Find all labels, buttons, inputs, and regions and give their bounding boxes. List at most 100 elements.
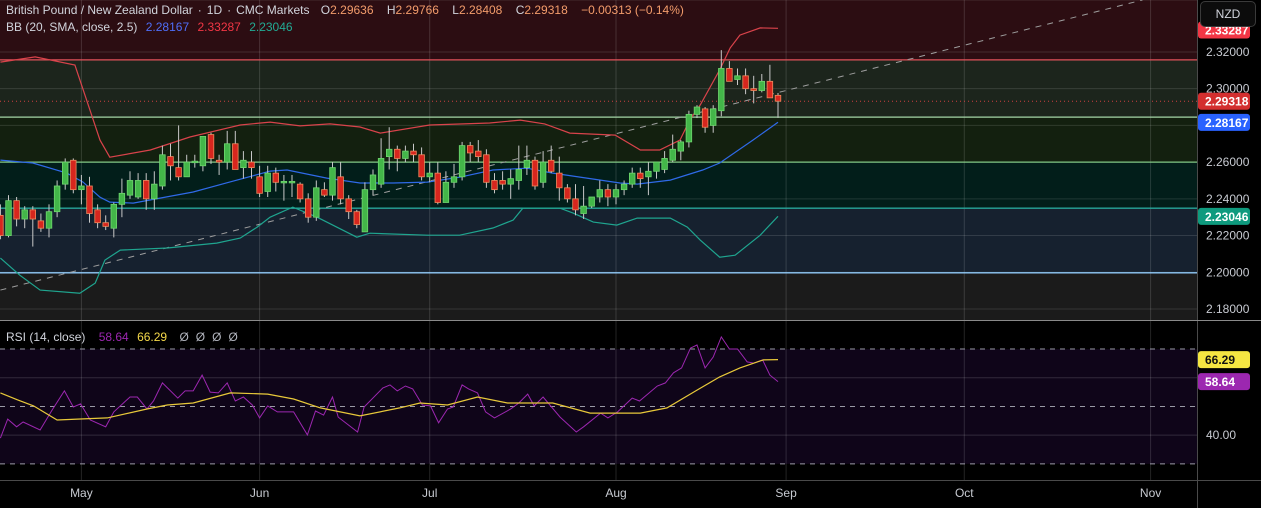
candle-body-up <box>653 161 660 172</box>
candle-body-down <box>248 161 255 169</box>
bb-basis-value: 2.28167 <box>145 20 190 34</box>
symbol-legend[interactable]: British Pound / New Zealand Dollar · 1D · CM… <box>6 3 689 17</box>
candle-body-up <box>151 183 158 200</box>
bb-lower-value: 2.23046 <box>249 20 293 34</box>
price-change: −0.00313 (−0.14%) <box>581 3 684 17</box>
candle <box>53 180 61 218</box>
candle-body-up <box>669 148 676 161</box>
candle-body-up <box>62 161 69 185</box>
candle-body-up <box>21 209 28 220</box>
candle-body-up <box>288 180 296 184</box>
ohlc-value: 2.29636 <box>330 3 374 17</box>
candle-body-up <box>507 178 514 185</box>
candle-body-up <box>313 187 320 218</box>
time-axis-label: Nov <box>1140 486 1161 500</box>
candle <box>531 156 539 190</box>
candle-body-up <box>539 161 547 183</box>
candle <box>70 158 77 194</box>
time-axis-label: Aug <box>605 486 626 500</box>
interval: 1D <box>206 3 223 17</box>
candle-body-up <box>110 203 118 229</box>
badge-text: 2.23046 <box>1205 210 1249 224</box>
bb-label: BB (20, SMA, close, 2.5) <box>6 20 138 34</box>
bb-upper-value: 2.33287 <box>197 20 241 34</box>
badge-text: 2.29318 <box>1205 95 1249 109</box>
candle-body-down <box>232 143 239 170</box>
price-tick-label: 2.26000 <box>1206 155 1250 169</box>
rsi-legend[interactable]: RSI (14, close) 58.64 66.29 ØØØØ <box>6 330 245 344</box>
candle-body-down <box>466 145 474 154</box>
candle-body-up <box>280 180 288 184</box>
bb-legend[interactable]: BB (20, SMA, close, 2.5) 2.28167 2.33287… <box>6 20 298 34</box>
candle-body-down <box>345 198 352 213</box>
candle-body-down <box>37 220 45 229</box>
candle-body-down <box>296 183 304 200</box>
candle-body-down <box>774 94 782 102</box>
candle <box>5 195 12 238</box>
candle-body-down <box>353 211 360 225</box>
candle-body-up <box>515 169 522 181</box>
candle-body-down <box>531 159 539 187</box>
candle <box>458 141 466 181</box>
chart-canvas[interactable]: 2.320002.300002.260002.240002.220002.200… <box>0 0 1261 508</box>
badge-text: 58.64 <box>1205 375 1235 389</box>
empty-value: Ø <box>179 330 189 344</box>
candle-body-up <box>693 106 701 115</box>
candle-body-up <box>620 183 628 191</box>
time-axis-label: Oct <box>955 486 974 500</box>
candle-body-up <box>191 160 199 164</box>
candle-body-down <box>434 172 441 203</box>
candle-body-down <box>70 159 77 191</box>
time-axis-background <box>0 480 1197 508</box>
rsi-value: 58.64 <box>98 330 129 344</box>
candle-body-up <box>240 159 247 169</box>
candle-body-up <box>677 141 684 152</box>
candle-body-down <box>491 180 498 191</box>
price-zones <box>0 0 1197 480</box>
candle <box>199 136 207 172</box>
candle-body-down <box>766 80 774 99</box>
candle-body-down <box>701 108 709 128</box>
candle-body-up <box>183 161 190 178</box>
candle-body-up <box>580 205 587 214</box>
price-tick-label: 2.32000 <box>1206 45 1250 59</box>
candle-body-down <box>410 150 417 156</box>
candle-body-up <box>442 181 450 203</box>
price-badge: 2.29318 <box>1198 92 1250 110</box>
candle-body-up <box>426 172 433 178</box>
candle-body-up <box>523 159 531 169</box>
candle <box>483 149 490 188</box>
candle-body-down <box>726 68 733 82</box>
candle-body-down <box>418 154 425 178</box>
candle-body-up <box>45 211 53 229</box>
candle <box>361 182 369 233</box>
ohlc-open: O2.29636 <box>321 3 379 17</box>
candle-body-up <box>134 180 142 198</box>
candle-body-up <box>628 172 636 185</box>
time-axis-label: May <box>70 486 93 500</box>
candle-body-up <box>53 185 61 213</box>
candle-body-up <box>596 189 603 198</box>
candle-body-up <box>126 180 134 196</box>
candle-body-down <box>256 176 263 194</box>
candle-body-down <box>102 222 109 227</box>
candle-body-up <box>612 189 620 198</box>
candle-body-up <box>199 136 207 167</box>
candle-body-up <box>159 154 166 187</box>
ohlc-label: H <box>386 3 396 17</box>
candle <box>329 162 336 201</box>
candle-body-down <box>742 75 749 90</box>
candle-body-down <box>637 172 644 180</box>
badge-text: 66.29 <box>1205 353 1235 367</box>
candle-body-down <box>94 209 101 224</box>
candle-body-down <box>143 180 150 200</box>
time-axis-label: Jul <box>422 486 437 500</box>
candle-body-down <box>175 167 182 178</box>
candle-body-up <box>402 150 409 159</box>
candle-body-up <box>264 172 271 192</box>
price-tick-label: 2.22000 <box>1206 229 1250 243</box>
currency-button[interactable]: NZD <box>1200 1 1256 27</box>
badge-text: 2.28167 <box>1205 116 1249 130</box>
empty-value: Ø <box>228 330 238 344</box>
ohlc-value: 2.28408 <box>458 3 503 17</box>
